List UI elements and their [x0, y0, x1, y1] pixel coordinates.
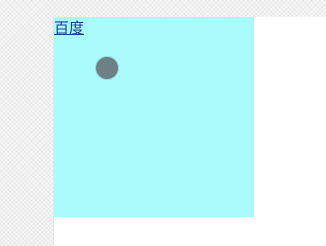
baidu-link[interactable]: 百度 [54, 19, 84, 37]
page-content: 百度 [53, 17, 326, 246]
touch-cursor-icon [96, 57, 118, 79]
cyan-panel: 百度 [54, 17, 254, 217]
